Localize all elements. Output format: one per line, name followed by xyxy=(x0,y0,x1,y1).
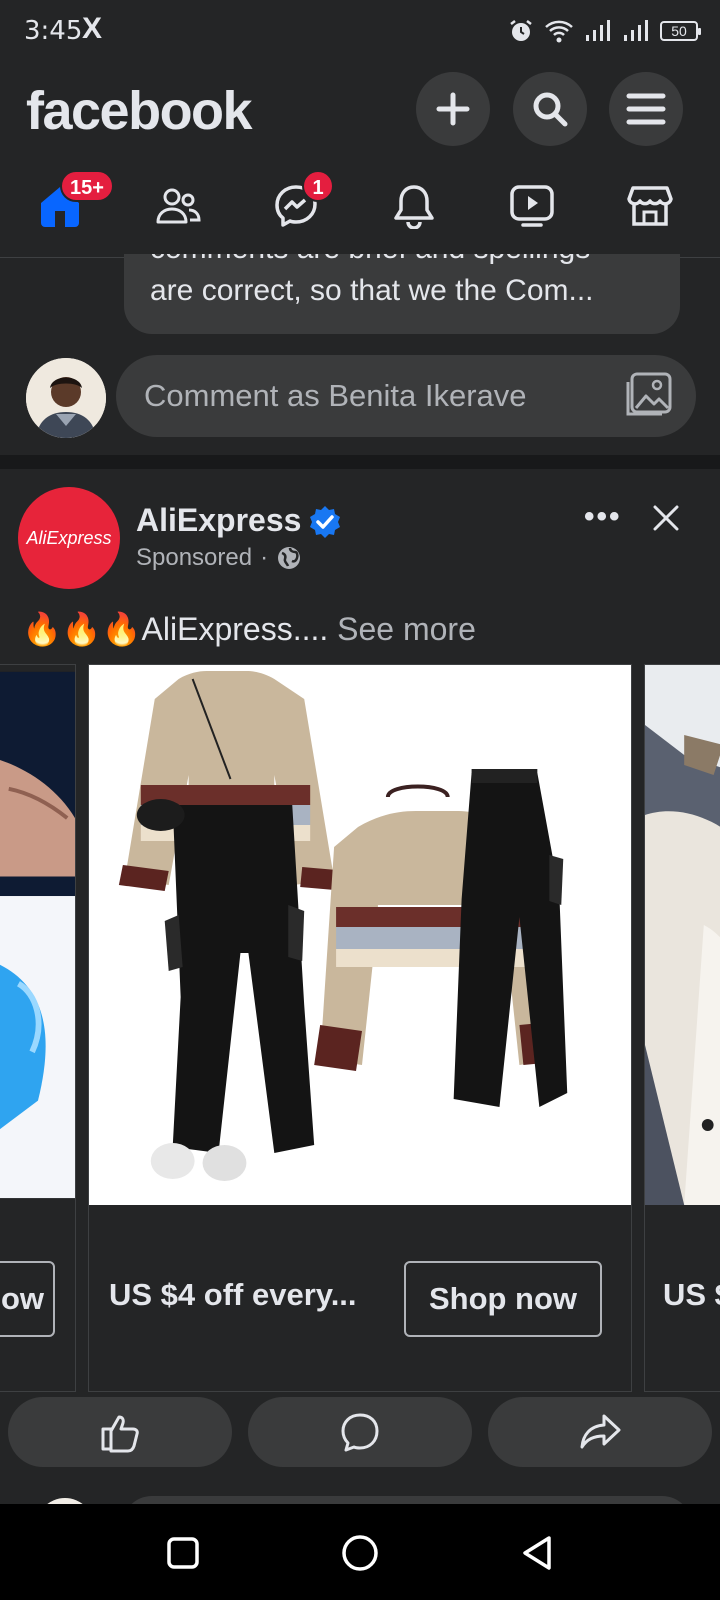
carousel-card-next[interactable]: US $ xyxy=(644,664,720,1392)
x-app-icon: X xyxy=(82,12,103,45)
tab-home[interactable]: 15+ xyxy=(30,170,114,236)
android-nav-bar xyxy=(0,1504,720,1600)
avatar-brand-text: AliExpress xyxy=(26,527,112,548)
tab-marketplace[interactable] xyxy=(620,176,680,236)
status-bar: 3:45 X 50 xyxy=(0,0,720,64)
feed-separator xyxy=(0,455,720,469)
meta-dot: · xyxy=(260,544,269,571)
friends-icon xyxy=(156,188,201,224)
bell-icon xyxy=(394,185,434,229)
share-icon xyxy=(580,1414,621,1449)
carousel-next-title: US $ xyxy=(663,1277,720,1312)
home-circle-icon xyxy=(342,1535,378,1571)
tab-notifications[interactable] xyxy=(384,176,444,236)
video-icon xyxy=(510,185,554,227)
comment-icon xyxy=(341,1413,379,1452)
recents-button[interactable] xyxy=(158,1528,208,1578)
facebook-logo[interactable]: facebook xyxy=(26,80,253,142)
tab-friends[interactable] xyxy=(148,176,208,236)
post-body: AliExpress.... xyxy=(141,611,329,647)
comment-text: are correct, so that we the Com... xyxy=(150,274,594,307)
post-page-name[interactable]: AliExpress xyxy=(136,502,301,539)
product-image-next xyxy=(645,665,720,1205)
wifi-icon xyxy=(545,20,573,43)
post-text: 🔥🔥🔥AliExpress.... See more xyxy=(22,610,476,648)
see-more-link[interactable]: See more xyxy=(337,611,476,647)
home-notification-badge: 15+ xyxy=(60,170,114,202)
carousel-card-title: US $4 off every... xyxy=(109,1277,357,1312)
post-more-options-button[interactable]: ••• xyxy=(584,500,622,534)
shop-now-button[interactable]: Shop now xyxy=(404,1261,602,1337)
back-icon xyxy=(523,1536,551,1570)
next-post-peek xyxy=(0,1490,720,1504)
user-avatar[interactable] xyxy=(26,358,106,438)
product-image-prev xyxy=(0,671,75,1199)
product-image-outfit xyxy=(89,665,631,1205)
globe-icon xyxy=(278,547,301,569)
fire-emojis: 🔥🔥🔥 xyxy=(22,611,142,647)
post-meta: Sponsored · xyxy=(136,544,302,572)
close-icon[interactable] xyxy=(652,504,680,532)
signal-icon xyxy=(624,20,648,41)
back-button[interactable] xyxy=(512,1528,562,1578)
status-time: 3:45 xyxy=(24,16,83,46)
comment-bubble[interactable]: comments are brief and spellings are cor… xyxy=(124,254,680,334)
carousel-card-main[interactable]: US $4 off every... Shop now xyxy=(88,664,632,1392)
marketplace-icon xyxy=(627,186,673,226)
hamburger-icon xyxy=(626,93,666,125)
photo-icon[interactable] xyxy=(624,371,674,419)
messenger-notification-badge: 1 xyxy=(302,170,334,202)
user-avatar-image xyxy=(26,358,106,438)
like-icon xyxy=(101,1415,139,1453)
home-button[interactable] xyxy=(335,1528,385,1578)
comment-input-placeholder: Comment as Benita Ikerave xyxy=(144,378,527,413)
signal-icon xyxy=(586,20,610,41)
menu-button[interactable] xyxy=(609,72,683,146)
tab-messenger[interactable]: 1 xyxy=(266,170,334,236)
battery-icon: 50 xyxy=(660,21,701,41)
create-button[interactable] xyxy=(416,72,490,146)
tab-video[interactable] xyxy=(502,176,562,236)
verified-badge-icon xyxy=(310,506,340,538)
share-button[interactable] xyxy=(488,1397,712,1467)
recents-icon xyxy=(167,1537,199,1569)
like-button[interactable] xyxy=(8,1397,232,1467)
comment-input[interactable]: Comment as Benita Ikerave xyxy=(116,355,696,437)
sponsored-label[interactable]: Sponsored xyxy=(136,544,252,572)
carousel-prev-button[interactable]: ow xyxy=(0,1261,55,1337)
carousel-card-prev[interactable]: ow xyxy=(0,664,76,1392)
app-header: facebook xyxy=(0,64,720,164)
plus-icon xyxy=(436,92,470,126)
nav-tabs: 15+ 1 xyxy=(0,164,720,258)
aliexpress-avatar[interactable]: AliExpress xyxy=(18,487,120,589)
status-icons: 50 xyxy=(508,18,701,44)
comment-button[interactable] xyxy=(248,1397,472,1467)
search-icon xyxy=(533,92,568,127)
search-button[interactable] xyxy=(513,72,587,146)
comment-text-cut: comments are brief and spellings xyxy=(150,254,590,266)
alarm-icon xyxy=(510,20,532,41)
